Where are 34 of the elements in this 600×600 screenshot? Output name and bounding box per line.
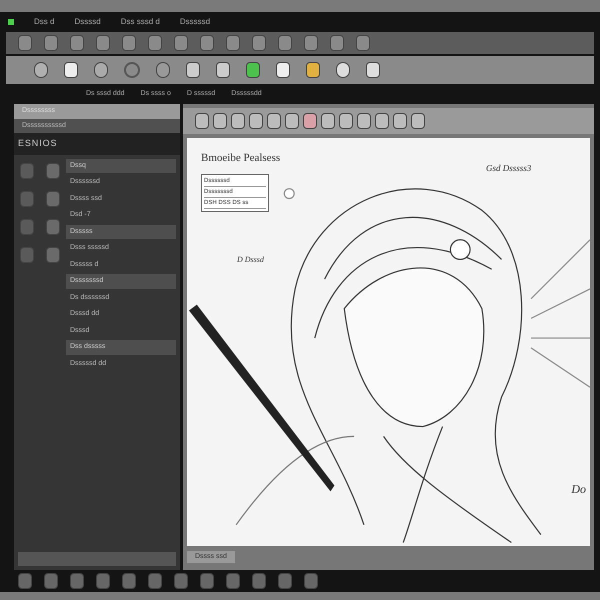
sketch-note: D Dsssd xyxy=(237,254,264,266)
tool-icon[interactable] xyxy=(64,62,78,78)
sketch-note: Gsd Dsssss3 xyxy=(486,162,532,175)
tool-icon[interactable] xyxy=(357,113,371,129)
tool-icon[interactable] xyxy=(375,113,389,129)
menu-item[interactable]: Dssssd xyxy=(74,16,101,28)
tool-icon[interactable] xyxy=(231,113,245,129)
tool-icon[interactable] xyxy=(213,113,227,129)
tool-icon[interactable] xyxy=(267,113,281,129)
app-icon xyxy=(8,19,14,25)
tool-icon[interactable] xyxy=(246,62,260,78)
menu-item[interactable]: Dss sssd d xyxy=(120,16,160,28)
tool-icon[interactable] xyxy=(156,62,170,78)
tool-icon[interactable] xyxy=(249,113,263,129)
menu-item[interactable]: Dsssssd xyxy=(180,16,210,28)
tool-icon[interactable] xyxy=(216,62,230,78)
tool-icon[interactable] xyxy=(303,113,317,129)
tool-icon[interactable] xyxy=(393,113,407,129)
tool-icon[interactable] xyxy=(336,62,350,78)
menu-item[interactable]: Dss d xyxy=(34,16,54,28)
tool-icon[interactable] xyxy=(366,62,380,78)
tool-icon[interactable] xyxy=(411,113,425,129)
tool-icon[interactable] xyxy=(285,113,299,129)
tool-icon[interactable] xyxy=(276,62,290,78)
tool-icon[interactable] xyxy=(186,62,200,78)
sketch-note: Do xyxy=(571,481,586,498)
panel-title: ESNIOS xyxy=(14,133,180,154)
tool-icon[interactable] xyxy=(195,113,209,129)
tool-icon[interactable] xyxy=(321,113,335,129)
tool-icon[interactable] xyxy=(339,113,353,129)
tool-icon[interactable] xyxy=(34,62,48,78)
tool-icon[interactable] xyxy=(94,62,108,78)
tool-icon[interactable] xyxy=(306,62,320,78)
canvas-title: Bmoeibe Pealsess xyxy=(201,151,280,166)
